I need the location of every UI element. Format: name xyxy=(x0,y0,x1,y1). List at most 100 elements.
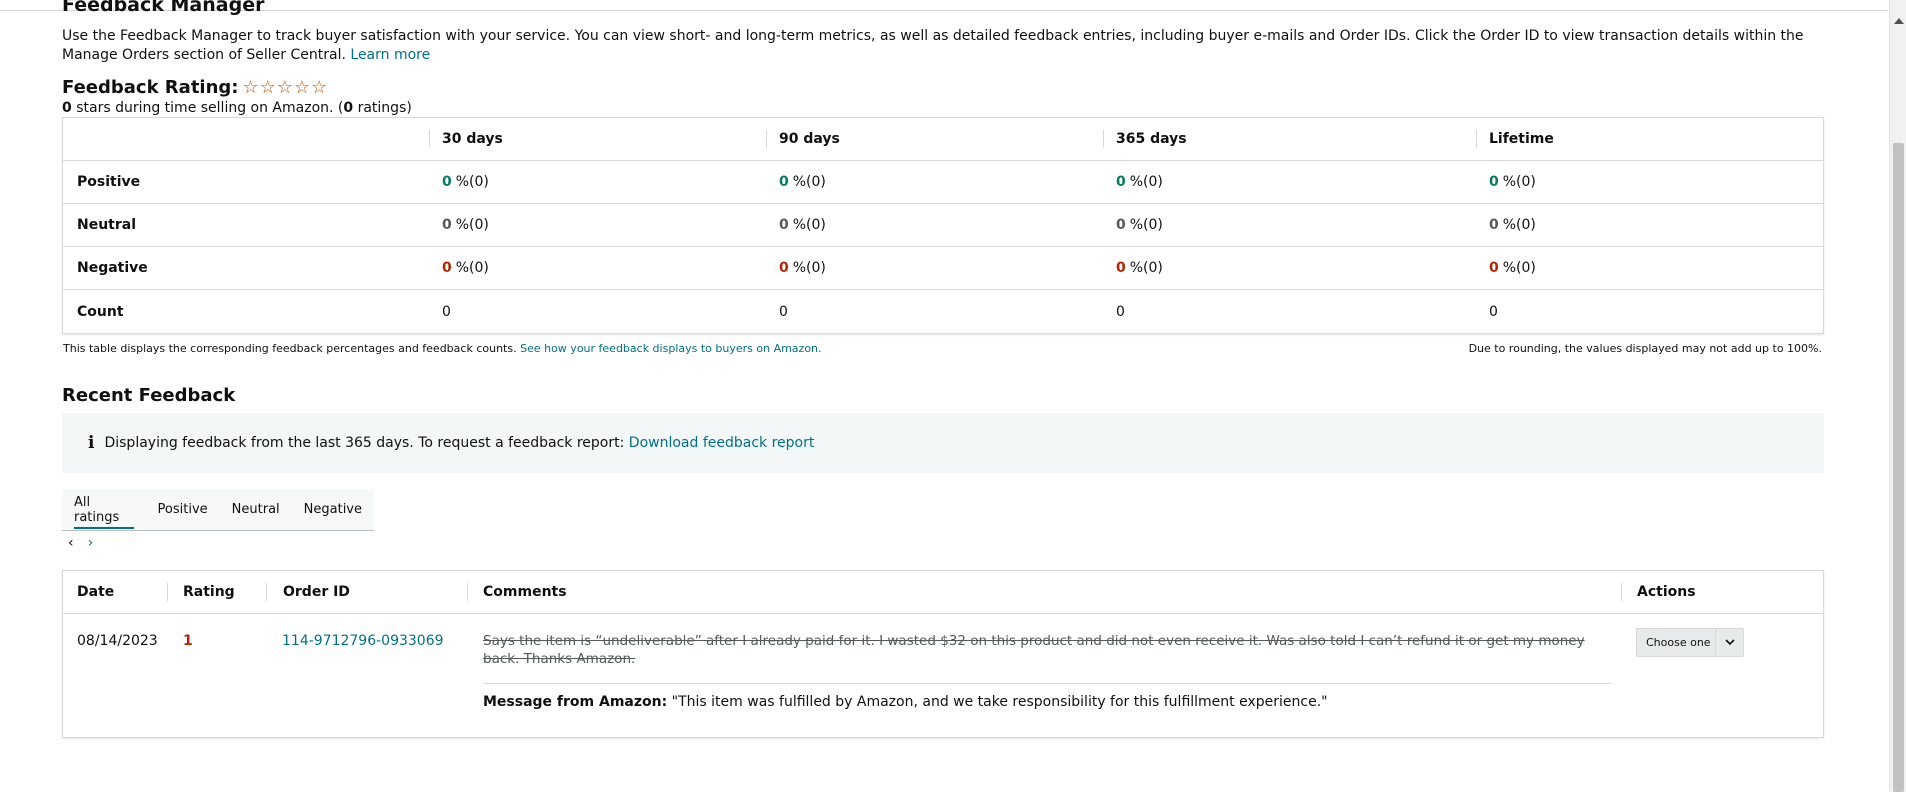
col-divider xyxy=(266,583,267,601)
ratings-count: 0 xyxy=(343,100,354,116)
scrollbar-thumb[interactable] xyxy=(1893,143,1904,792)
comment-divider xyxy=(483,683,1611,684)
pct-value: 0 xyxy=(1489,260,1499,276)
pct-value: 0 xyxy=(779,217,789,233)
amazon-message-text: "This item was fulfilled by Amazon, and … xyxy=(671,694,1328,710)
col-actions: Actions xyxy=(1637,584,1696,600)
feedback-metrics-table: 30 days 90 days 365 days Lifetime Positi… xyxy=(62,117,1824,334)
col-rating: Rating xyxy=(183,584,235,600)
tab-neutral[interactable]: Neutral xyxy=(232,489,280,531)
pct-count: %(0) xyxy=(792,217,826,233)
pct-value: 0 xyxy=(1116,260,1126,276)
count-cell: 0 xyxy=(1116,303,1125,320)
feedback-rating-label: Feedback Rating: xyxy=(62,77,239,98)
info-alert: i Displaying feedback from the last 365 … xyxy=(62,413,1824,473)
rounding-note: Due to rounding, the values displayed ma… xyxy=(1468,342,1822,355)
pct-count: %(0) xyxy=(792,174,826,190)
intro-body: Use the Feedback Manager to track buyer … xyxy=(62,28,1804,63)
order-id-link[interactable]: 114-9712796-0933069 xyxy=(282,633,444,649)
metrics-row-label: Neutral xyxy=(77,217,137,233)
pct-count: %(0) xyxy=(455,174,489,190)
actions-dropdown[interactable]: Choose one xyxy=(1636,628,1744,657)
feedback-header-row: Date Rating Order ID Comments Actions xyxy=(63,571,1823,614)
metrics-cell: 0 %(0) xyxy=(1473,247,1823,289)
metrics-cell: 0 %(0) xyxy=(426,161,763,203)
feedback-comment: Says the item is “undeliverable” after I… xyxy=(483,633,1585,667)
metrics-row-positive: Positive 0 %(0) 0 %(0) 0 %(0) 0 %(0) xyxy=(63,161,1823,204)
tab-all-ratings[interactable]: All ratings xyxy=(74,489,134,531)
rating-summary: 0 stars during time selling on Amazon. (… xyxy=(62,100,412,116)
metrics-cell: 0 %(0) xyxy=(763,204,1100,246)
intro-text: Use the Feedback Manager to track buyer … xyxy=(62,27,1824,65)
star-empty-icon: ☆ xyxy=(276,76,293,98)
metrics-row-count: Count 0 0 0 0 xyxy=(63,290,1823,333)
pct-value: 0 xyxy=(1489,174,1499,190)
pct-count: %(0) xyxy=(1129,260,1163,276)
pct-count: %(0) xyxy=(455,217,489,233)
tab-negative[interactable]: Negative xyxy=(304,489,362,531)
feedback-rating-heading: Feedback Rating: ☆ ☆ ☆ ☆ ☆ xyxy=(62,77,327,98)
star-empty-icon: ☆ xyxy=(242,76,259,98)
pct-count: %(0) xyxy=(1502,260,1536,276)
pct-value: 0 xyxy=(1116,174,1126,190)
col-order-id: Order ID xyxy=(283,584,350,600)
metrics-header-lifetime: Lifetime xyxy=(1473,118,1823,160)
metrics-cell: 0 %(0) xyxy=(1100,247,1473,289)
metrics-cell: 0 %(0) xyxy=(1100,204,1473,246)
info-text: Displaying feedback from the last 365 da… xyxy=(104,435,625,451)
pagination: ‹ › xyxy=(68,535,93,551)
metrics-note: This table displays the corresponding fe… xyxy=(63,342,822,355)
pct-value: 0 xyxy=(779,174,789,190)
metrics-row-neutral: Neutral 0 %(0) 0 %(0) 0 %(0) 0 %(0) xyxy=(63,204,1823,247)
metrics-cell: 0 %(0) xyxy=(763,161,1100,203)
pct-count: %(0) xyxy=(455,260,489,276)
metrics-cell: 0 %(0) xyxy=(1100,161,1473,203)
rating-filter-tabs: All ratings Positive Neutral Negative xyxy=(62,489,374,531)
tab-positive[interactable]: Positive xyxy=(158,489,208,531)
amazon-message-label: Message from Amazon: xyxy=(483,694,668,710)
recent-feedback-table: Date Rating Order ID Comments Actions 08… xyxy=(62,570,1824,738)
col-date: Date xyxy=(77,584,115,600)
col-divider xyxy=(1621,583,1622,601)
stars-value: 0 xyxy=(62,100,72,116)
feedback-rating: 1 xyxy=(183,633,193,649)
download-feedback-report-link[interactable]: Download feedback report xyxy=(629,435,815,451)
pct-value: 0 xyxy=(779,260,789,276)
metrics-cell: 0 %(0) xyxy=(426,247,763,289)
metrics-note-text: This table displays the corresponding fe… xyxy=(63,342,517,355)
pct-count: %(0) xyxy=(1502,174,1536,190)
pct-count: %(0) xyxy=(1129,174,1163,190)
metrics-header-empty xyxy=(63,118,426,160)
metrics-cell: 0 %(0) xyxy=(426,204,763,246)
scroll-up-arrow-icon[interactable] xyxy=(1894,18,1904,24)
metrics-row-negative: Negative 0 %(0) 0 %(0) 0 %(0) 0 %(0) xyxy=(63,247,1823,290)
chevron-right-icon[interactable]: › xyxy=(88,535,94,551)
metrics-cell: 0 %(0) xyxy=(763,247,1100,289)
feedback-display-link[interactable]: See how your feedback displays to buyers… xyxy=(520,342,821,355)
chevron-down-icon xyxy=(1716,639,1743,646)
top-divider xyxy=(0,10,1888,11)
metrics-header-row: 30 days 90 days 365 days Lifetime xyxy=(63,118,1823,161)
count-cell: 0 xyxy=(1489,303,1498,320)
chevron-left-icon[interactable]: ‹ xyxy=(68,535,74,551)
feedback-date: 08/14/2023 xyxy=(77,633,158,649)
col-divider xyxy=(167,583,168,601)
metrics-row-label: Negative xyxy=(77,260,148,276)
pct-value: 0 xyxy=(442,174,452,190)
pct-value: 0 xyxy=(1116,217,1126,233)
pct-value: 0 xyxy=(1489,217,1499,233)
pct-count: %(0) xyxy=(792,260,826,276)
metrics-header-30-days: 30 days xyxy=(426,118,763,160)
learn-more-link[interactable]: Learn more xyxy=(350,47,430,63)
rating-summary-text-2: ratings) xyxy=(353,100,412,116)
pct-count: %(0) xyxy=(1502,217,1536,233)
count-cell: 0 xyxy=(442,303,451,320)
rating-summary-text-1: stars during time selling on Amazon. ( xyxy=(71,100,344,116)
pct-value: 0 xyxy=(442,260,452,276)
pct-count: %(0) xyxy=(1129,217,1163,233)
metrics-cell: 0 %(0) xyxy=(1473,204,1823,246)
info-icon: i xyxy=(88,433,95,453)
page-title: Feedback Manager xyxy=(62,0,265,16)
vertical-scrollbar[interactable] xyxy=(1889,0,1906,792)
star-empty-icon: ☆ xyxy=(259,76,276,98)
